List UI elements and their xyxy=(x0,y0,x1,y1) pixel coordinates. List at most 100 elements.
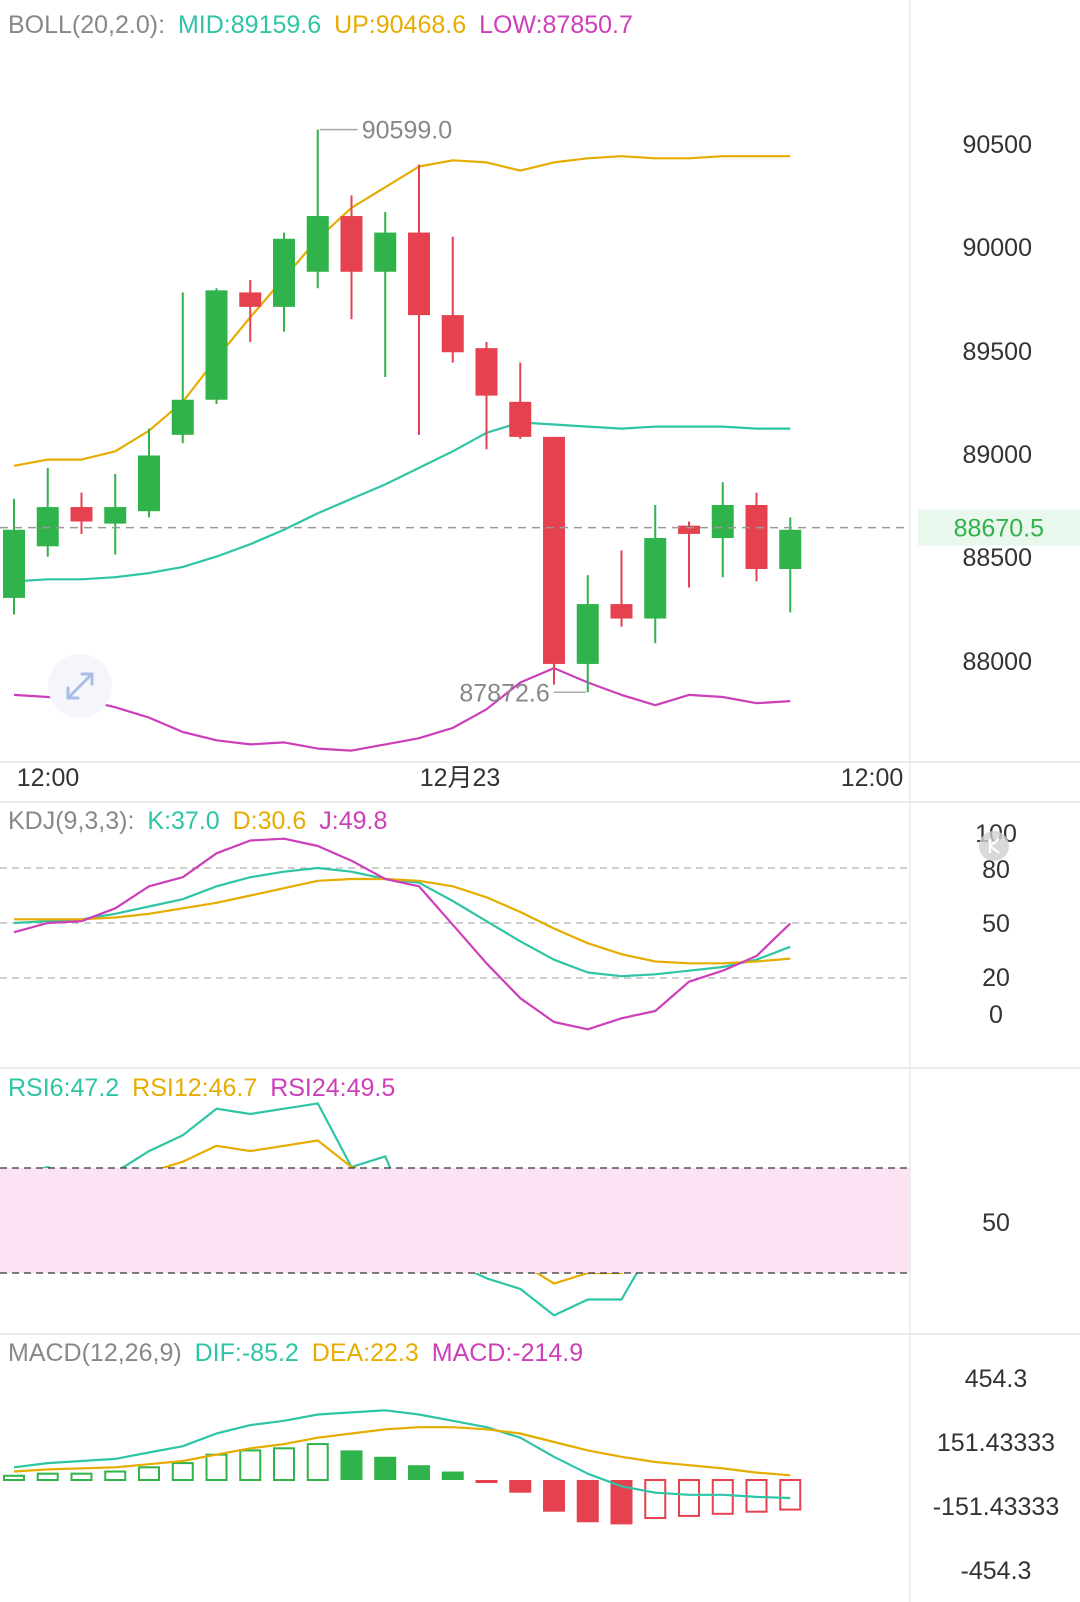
macd-bar xyxy=(205,1453,228,1482)
macd-histogram xyxy=(3,1443,802,1525)
macd-bar xyxy=(3,1474,25,1481)
kdj-d-line xyxy=(14,877,791,965)
kdj-tick: 50 xyxy=(982,910,1010,938)
macd-tick: 454.3 xyxy=(965,1365,1028,1393)
candle xyxy=(509,362,532,439)
boll-header: BOLL(20,2.0): MID:89159.6 UP:90468.6 LOW… xyxy=(8,11,633,39)
macd-bar xyxy=(711,1479,734,1515)
macd-header: MACD(12,26,9) DIF:-85.2 DEA:22.3 MACD:-2… xyxy=(8,1339,583,1367)
max-price-label: 90599.0 xyxy=(362,117,452,145)
candle xyxy=(306,129,329,289)
macd-dea-value: DEA:22.3 xyxy=(312,1339,419,1367)
candle xyxy=(3,498,25,615)
time-tick: 12月23 xyxy=(420,764,501,792)
candle-body xyxy=(273,238,295,307)
rsi-tick: 50 xyxy=(982,1209,1010,1237)
candle xyxy=(36,467,59,557)
boll-up-value: UP:90468.6 xyxy=(334,11,466,39)
boll-lower-line xyxy=(13,666,791,752)
rsi-header: RSI6:47.2 RSI12:46.7 RSI24:49.5 xyxy=(8,1074,395,1102)
candle-body xyxy=(70,507,93,522)
macd-name: MACD(12,26,9) xyxy=(8,1339,182,1367)
boll-mid-line xyxy=(13,421,791,583)
candle-body xyxy=(171,399,194,435)
candle-body xyxy=(138,455,160,512)
macd-bar xyxy=(543,1480,565,1512)
candle-body xyxy=(475,348,498,396)
candle-body xyxy=(779,529,802,569)
time-tick: 12:00 xyxy=(17,764,80,792)
macd-bar xyxy=(374,1456,397,1480)
candle xyxy=(104,474,127,555)
rsi6-value: RSI6:47.2 xyxy=(8,1074,119,1102)
candle-body xyxy=(711,505,734,539)
candle-body xyxy=(745,505,768,569)
macd-bar xyxy=(70,1472,93,1481)
boll-upper-line xyxy=(13,155,791,467)
rsi12-value: RSI12:46.7 xyxy=(132,1074,257,1102)
macd-bar xyxy=(576,1480,599,1523)
macd-bar xyxy=(138,1466,160,1482)
macd-value: MACD:-214.9 xyxy=(432,1339,583,1367)
price-tick: 89000 xyxy=(962,441,1032,469)
candle-body xyxy=(374,232,397,272)
candle-body xyxy=(644,538,667,619)
candle xyxy=(543,436,565,685)
macd-bar xyxy=(509,1480,532,1493)
candle-body xyxy=(408,232,430,316)
price-tick: 89500 xyxy=(962,338,1032,366)
macd-bar xyxy=(475,1480,498,1483)
kdj-k-value: K:37.0 xyxy=(147,807,219,835)
rsi-band xyxy=(0,1168,910,1273)
candle xyxy=(441,236,464,363)
candle-body xyxy=(509,401,532,437)
kdj-settings-icon[interactable] xyxy=(979,831,1009,861)
kdj-j-value: J:49.8 xyxy=(319,807,387,835)
candle xyxy=(678,521,700,588)
candle xyxy=(138,428,160,518)
boll-bands xyxy=(13,155,791,752)
candle-body xyxy=(306,216,329,272)
macd-bar xyxy=(306,1443,329,1482)
candle-body xyxy=(104,507,127,524)
candle xyxy=(779,517,802,613)
kdj-tick: 0 xyxy=(989,1001,1003,1029)
candle-body xyxy=(36,507,59,547)
current-price-label: 88670.5 xyxy=(954,515,1044,543)
candle-body xyxy=(576,604,599,664)
boll-name: BOLL(20,2.0): xyxy=(8,11,165,39)
macd-bar xyxy=(678,1479,700,1517)
candle-body xyxy=(543,436,565,664)
candle-body xyxy=(239,292,262,307)
price-tick: 88000 xyxy=(962,648,1032,676)
macd-bar xyxy=(408,1465,430,1480)
kdj-d-value: D:30.6 xyxy=(233,807,307,835)
macd-bar xyxy=(36,1472,59,1481)
candle-body xyxy=(205,290,228,400)
expand-icon[interactable] xyxy=(48,654,112,718)
candle xyxy=(374,211,397,378)
rsi24-value: RSI24:49.5 xyxy=(270,1074,395,1102)
macd-bar xyxy=(104,1470,127,1482)
candle xyxy=(239,280,262,342)
macd-bar xyxy=(779,1479,802,1511)
candle xyxy=(711,482,734,578)
kdj-j-line xyxy=(13,837,792,1031)
price-tick: 88500 xyxy=(962,544,1032,572)
candle xyxy=(475,341,498,450)
macd-bar xyxy=(273,1447,295,1481)
candle xyxy=(644,505,667,644)
candle xyxy=(576,575,599,693)
price-tick: 90500 xyxy=(962,131,1032,159)
trading-chart[interactable]: 88670.5 90599.0 87872.6 90500 90000 8950… xyxy=(0,0,1080,1602)
macd-bar xyxy=(239,1449,262,1481)
macd-dif-value: DIF:-85.2 xyxy=(195,1339,299,1367)
time-tick: 12:00 xyxy=(841,764,904,792)
macd-bar xyxy=(171,1462,194,1481)
candle xyxy=(171,292,194,444)
macd-bar xyxy=(644,1479,667,1520)
min-price-label: 87872.6 xyxy=(459,679,549,707)
macd-dea-line xyxy=(13,1426,791,1477)
kdj-tick: 20 xyxy=(982,964,1010,992)
candle xyxy=(205,288,228,404)
